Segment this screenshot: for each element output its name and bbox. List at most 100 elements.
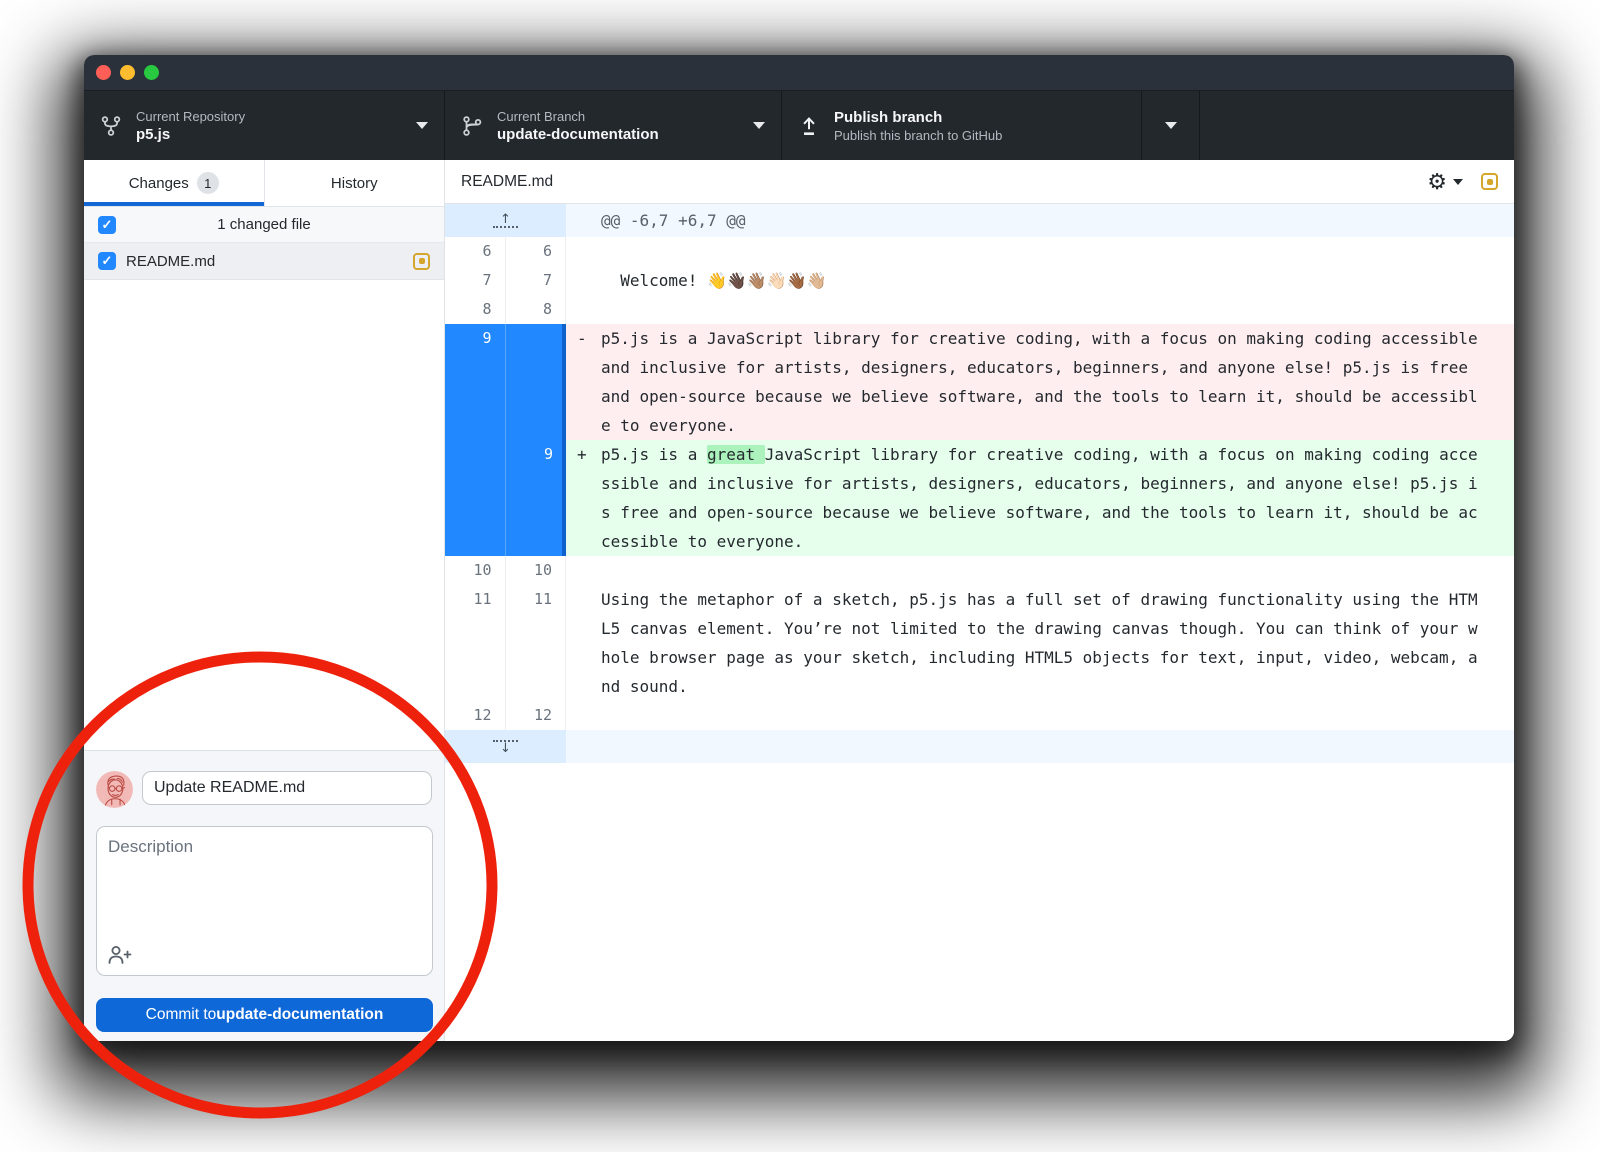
- commit-summary-input[interactable]: [142, 771, 432, 805]
- tab-changes[interactable]: Changes 1: [84, 160, 264, 206]
- diff-row: 9-p5.js is a JavaScript library for crea…: [445, 324, 1514, 440]
- expand-up-icon: ↑: [493, 214, 518, 228]
- diff-text-line: cessible to everyone.: [601, 527, 1514, 556]
- toolbar-empty-area: [1200, 91, 1514, 160]
- publish-options-button[interactable]: [1142, 91, 1200, 160]
- arrow-glyph: ↓: [500, 743, 511, 754]
- old-line-number: 10: [445, 556, 506, 585]
- new-line-number: 9: [506, 440, 567, 556]
- commit-description-input[interactable]: [96, 826, 433, 976]
- publish-upload-icon: [798, 115, 820, 137]
- minus-sign: -: [577, 324, 587, 353]
- commit-button[interactable]: Commit to update-documentation: [96, 998, 433, 1032]
- dotted-line: [493, 226, 518, 228]
- changed-files-summary: 1 changed file: [84, 216, 444, 233]
- chevron-down-icon: [1165, 122, 1177, 129]
- titlebar: [84, 55, 1514, 90]
- new-line-number: 6: [506, 237, 567, 266]
- diff-text-line: p5.js is a JavaScript library for creati…: [601, 324, 1514, 353]
- expand-up-button[interactable]: ↑: [445, 204, 566, 237]
- diff-line-content: Using the metaphor of a sketch, p5.js ha…: [566, 585, 1514, 701]
- page: Current Repository p5.js Current Branch …: [0, 0, 1600, 1152]
- diff-line-content: [566, 701, 1514, 730]
- diff-text-line: ssible and inclusive for artists, design…: [601, 469, 1514, 498]
- tab-changes-label: Changes: [129, 175, 189, 192]
- tab-history-label: History: [331, 175, 378, 192]
- include-all-checkbox[interactable]: [98, 216, 116, 234]
- added-word-highlight: great: [707, 445, 765, 464]
- current-repository-button[interactable]: Current Repository p5.js: [84, 91, 445, 160]
- line-number-gutter[interactable]: 9: [445, 324, 566, 440]
- diff-line-content: [566, 237, 1514, 266]
- old-line-number: 6: [445, 237, 506, 266]
- diff-text-line: L5 canvas element. You’re not limited to…: [601, 614, 1514, 643]
- text-segment: p5.js is a: [601, 445, 707, 464]
- file-checkbox[interactable]: [98, 252, 116, 270]
- new-line-number: 12: [506, 701, 567, 730]
- chevron-down-icon: [1453, 179, 1463, 185]
- publish-title: Publish branch: [834, 109, 1125, 126]
- diff-options-button[interactable]: ⚙: [1427, 171, 1463, 193]
- diff-text-line: [601, 556, 1514, 585]
- tab-history[interactable]: History: [264, 160, 445, 206]
- new-line-number: 7: [506, 266, 567, 295]
- line-number-gutter[interactable]: 9: [445, 440, 566, 556]
- publish-branch-button[interactable]: Publish branch Publish this branch to Gi…: [782, 91, 1142, 160]
- diff-row: 9 + p5.js is a great JavaScript library fo…: [445, 440, 1514, 556]
- changed-files-summary-row[interactable]: 1 changed file: [84, 207, 444, 243]
- commit-button-prefix: Commit to: [146, 1006, 217, 1024]
- diff-text-line: and open-source because we believe softw…: [601, 382, 1514, 411]
- commit-form: Commit to update-documentation: [84, 750, 444, 1041]
- current-branch-button[interactable]: Current Branch update-documentation: [445, 91, 782, 160]
- new-line-number: 11: [506, 585, 567, 701]
- line-number-gutter: 88: [445, 295, 566, 324]
- plus-sign: +: [577, 440, 587, 469]
- sidebar: Changes 1 History 1 changed file README.…: [84, 160, 445, 1041]
- hunk-header-row: ↑@@ -6,7 +6,7 @@: [445, 204, 1514, 237]
- diff-row: 1111 Using the metaphor of a sketch, p5.j…: [445, 585, 1514, 701]
- file-name: README.md: [126, 253, 403, 270]
- branch-icon: [461, 115, 483, 137]
- expand-down-row: ↓: [445, 730, 1514, 763]
- branch-name: update-documentation: [497, 126, 753, 143]
- close-button[interactable]: [96, 65, 111, 80]
- diff-text-line: hole browser page as your sketch, includ…: [601, 643, 1514, 672]
- repository-name: p5.js: [136, 126, 416, 143]
- diff-line-content: Welcome! 👋👋🏿👋🏽👋🏻👋🏾👋🏼: [566, 266, 1514, 295]
- gear-icon: ⚙: [1427, 171, 1447, 193]
- chevron-down-icon: [416, 122, 428, 129]
- diff-text-line: and inclusive for artists, designers, ed…: [601, 353, 1514, 382]
- diff-text-line: s free and open-source because we believ…: [601, 498, 1514, 527]
- add-coauthor-icon[interactable]: [108, 945, 132, 969]
- avatar: [96, 771, 133, 808]
- modified-status-icon: [1481, 173, 1498, 190]
- diff-line-content: -p5.js is a JavaScript library for creat…: [566, 324, 1514, 440]
- minimize-button[interactable]: [120, 65, 135, 80]
- diff-text-line: Welcome! 👋👋🏿👋🏽👋🏻👋🏾👋🏼: [601, 266, 1514, 295]
- diff-line-content: [566, 556, 1514, 585]
- toolbar: Current Repository p5.js Current Branch …: [84, 90, 1514, 160]
- diff-header: README.md ⚙: [445, 160, 1514, 204]
- branch-label: Current Branch: [497, 109, 753, 124]
- diff-text-line: p5.js is a great JavaScript library for …: [601, 440, 1514, 469]
- file-list: README.md: [84, 243, 444, 280]
- text-segment: JavaScript library for creative coding, …: [765, 445, 1478, 464]
- old-line-number: 11: [445, 585, 506, 701]
- diff-text-line: [601, 237, 1514, 266]
- diff-text-line: e to everyone.: [601, 411, 1514, 440]
- diff-line-content: [566, 295, 1514, 324]
- diff-row: 1010: [445, 556, 1514, 585]
- diff-text-line: Using the metaphor of a sketch, p5.js ha…: [601, 585, 1514, 614]
- expand-down-button[interactable]: ↓: [445, 730, 566, 763]
- zoom-button[interactable]: [144, 65, 159, 80]
- new-line-number: 10: [506, 556, 567, 585]
- diff-row: 1212: [445, 701, 1514, 730]
- file-row[interactable]: README.md: [84, 243, 444, 280]
- sidebar-tabs: Changes 1 History: [84, 160, 444, 207]
- old-line-number: 12: [445, 701, 506, 730]
- app-window: Current Repository p5.js Current Branch …: [84, 55, 1514, 1041]
- line-number-gutter: 66: [445, 237, 566, 266]
- arrow-glyph: ↑: [500, 214, 511, 225]
- diff-text-line: [601, 295, 1514, 324]
- diff-row: 66: [445, 237, 1514, 266]
